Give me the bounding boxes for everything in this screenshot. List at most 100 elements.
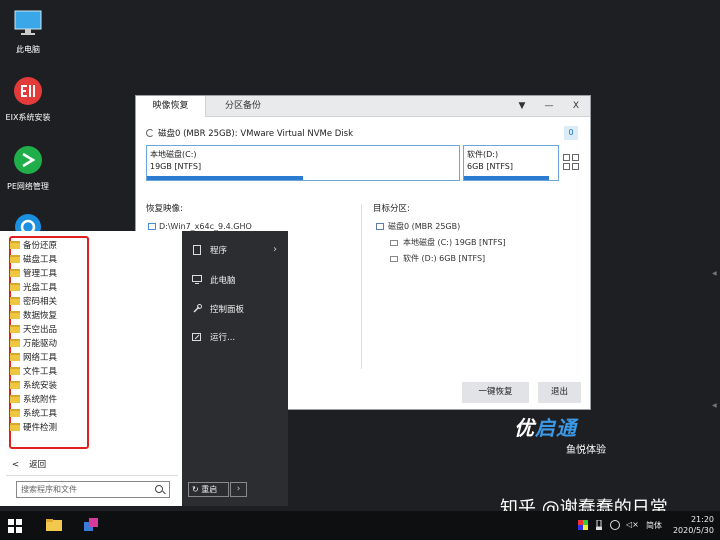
computer-icon — [14, 10, 42, 35]
image-path: D:\Win7_x64c_9.4.GHO — [159, 222, 252, 231]
menu-item-label: 万能驱动 — [23, 339, 58, 349]
search-icon — [155, 485, 163, 493]
sidebar-item-label: 此电脑 — [210, 276, 236, 286]
tree-partition-c-label: 本地磁盘 (C:) 19GB [NTFS] — [403, 238, 506, 247]
clock-date: 2020/5/30 — [672, 526, 714, 535]
partition-c-name: 本地磁盘(C:) — [150, 150, 197, 159]
disk-selector[interactable]: 磁盘0 (MBR 25GB): VMware Virtual NVMe Disk — [146, 127, 353, 139]
chevron-right-icon: › — [236, 484, 241, 494]
menu-item-system-install[interactable]: 系统安装 — [10, 379, 57, 393]
menu-item-label: 系统工具 — [23, 409, 58, 419]
menu-item-network-tools[interactable]: 网络工具 — [10, 351, 57, 365]
folder-icon — [10, 255, 20, 263]
restart-label: 重启 — [201, 485, 218, 494]
image-file-item[interactable]: D:\Win7_x64c_9.4.GHO — [148, 222, 252, 231]
disk-count-badge: 0 — [564, 126, 578, 140]
layout-grid-icon[interactable] — [563, 154, 579, 170]
power-options-button[interactable]: › — [230, 482, 247, 497]
menu-item-admin-tools[interactable]: 管理工具 — [10, 267, 57, 281]
menu-item-disc-tools[interactable]: 光盘工具 — [10, 281, 57, 295]
sidebar-item-label: 程序 — [210, 246, 228, 256]
menu-item-data-recovery[interactable]: 数据恢复 — [10, 309, 57, 323]
clock-time: 21:20 — [690, 515, 714, 524]
desktop-icon-this-pc[interactable]: 此电脑 — [2, 8, 54, 55]
computer-icon — [192, 275, 202, 284]
tree-disk-node[interactable]: 磁盘0 (MBR 25GB) — [376, 221, 460, 232]
system-clock[interactable]: 21:20 2020/5/30 — [673, 514, 714, 536]
menu-item-hardware-test[interactable]: 硬件检测 — [10, 421, 57, 435]
restore-image-title: 恢复映像: — [146, 204, 183, 214]
desktop-icon-pe-network[interactable]: PE网络管理 — [2, 145, 54, 192]
folder-icon — [10, 339, 20, 347]
partition-c[interactable]: 本地磁盘(C:) 19GB [NTFS] — [146, 145, 460, 181]
wrench-icon — [193, 304, 202, 313]
restart-button[interactable]: ↻ 重启 — [188, 482, 229, 497]
refresh-icon[interactable] — [146, 129, 154, 137]
menu-item-label: 光盘工具 — [23, 283, 58, 293]
sidebar-item-run[interactable]: 运行... — [192, 331, 235, 343]
sidebar-item-label: 控制面板 — [210, 305, 245, 315]
sidebar-item-control-panel[interactable]: 控制面板 — [192, 303, 244, 315]
window-titlebar: 映像恢复 分区备份 ▼ — X — [136, 96, 590, 117]
menu-item-disk-tools[interactable]: 磁盘工具 — [10, 253, 57, 267]
folder-icon — [10, 297, 20, 305]
globe-icon[interactable] — [610, 520, 620, 530]
disk-icon — [376, 223, 384, 230]
tree-partition-c[interactable]: 本地磁盘 (C:) 19GB [NTFS] — [390, 237, 506, 248]
partition-d[interactable]: 软件(D:) 6GB [NTFS] — [463, 145, 559, 181]
app-icon[interactable] — [82, 516, 100, 534]
tree-partition-d[interactable]: 软件 (D:) 6GB [NTFS] — [390, 253, 485, 264]
menu-item-label: 系统附件 — [23, 395, 58, 405]
tab-image-restore[interactable]: 映像恢复 — [136, 96, 206, 117]
menu-item-backup-restore[interactable]: 备份还原 — [10, 239, 57, 253]
ime-indicator[interactable]: 简体 — [646, 520, 662, 531]
menu-item-label: 数据恢复 — [23, 311, 58, 321]
document-icon — [193, 245, 201, 255]
close-button[interactable]: X — [566, 96, 586, 117]
divider — [361, 204, 362, 369]
menu-item-label: 磁盘工具 — [23, 255, 58, 265]
partition-c-info: 19GB [NTFS] — [150, 162, 202, 171]
menu-item-drivers[interactable]: 万能驱动 — [10, 337, 57, 351]
taskbar: ◁× 简体 21:20 2020/5/30 — [0, 511, 720, 540]
partition-icon — [390, 256, 398, 262]
folder-icon — [10, 423, 20, 431]
menu-item-label: 网络工具 — [23, 353, 58, 363]
usb-icon[interactable] — [594, 520, 604, 530]
menu-item-system-tools[interactable]: 系统工具 — [10, 407, 57, 421]
brand-subtitle: 鱼悦体验 — [566, 445, 606, 456]
menu-item-label: 硬件检测 — [23, 423, 58, 433]
power-icon: ↻ — [192, 485, 199, 494]
folder-icon — [10, 325, 20, 333]
sidebar-item-this-pc[interactable]: 此电脑 — [192, 274, 236, 286]
minimize-button[interactable]: — — [539, 96, 559, 117]
volume-icon[interactable]: ◁× — [626, 520, 639, 529]
partition-d-name: 软件(D:) — [467, 150, 499, 159]
tree-partition-d-label: 软件 (D:) 6GB [NTFS] — [403, 254, 486, 263]
chevron-right-icon: › — [273, 244, 277, 255]
menu-item-accessories[interactable]: 系统附件 — [10, 393, 57, 407]
exit-button[interactable]: 退出 — [538, 382, 581, 403]
start-button[interactable] — [8, 519, 22, 533]
menu-item-label: 文件工具 — [23, 367, 58, 377]
search-input[interactable]: 搜索程序和文件 — [16, 481, 170, 498]
desktop-icon-label: PE网络管理 — [7, 182, 49, 191]
menu-item-tiankong[interactable]: 天空出品 — [10, 323, 57, 337]
sidebar-item-programs[interactable]: 程序 — [192, 244, 227, 256]
network-icon — [14, 146, 42, 174]
menu-item-label: 备份还原 — [23, 241, 58, 251]
file-explorer-icon[interactable] — [45, 516, 63, 534]
desktop-icon-eix[interactable]: EIX系统安装 — [2, 76, 54, 123]
back-button[interactable]: < 返回 — [12, 458, 46, 470]
one-click-restore-button[interactable]: 一键恢复 — [462, 382, 529, 403]
sidebar-item-label: 运行... — [210, 333, 236, 343]
tab-partition-backup[interactable]: 分区备份 — [220, 96, 266, 117]
partition-d-usage-bar — [464, 176, 549, 180]
folder-icon — [10, 381, 20, 389]
start-menu-sidebar — [182, 231, 288, 506]
dropdown-menu-button[interactable]: ▼ — [512, 96, 532, 117]
menu-item-password[interactable]: 密码相关 — [10, 295, 57, 309]
color-icon[interactable] — [578, 520, 588, 530]
menu-item-file-tools[interactable]: 文件工具 — [10, 365, 57, 379]
scroll-indicator: ◀ — [712, 402, 717, 409]
